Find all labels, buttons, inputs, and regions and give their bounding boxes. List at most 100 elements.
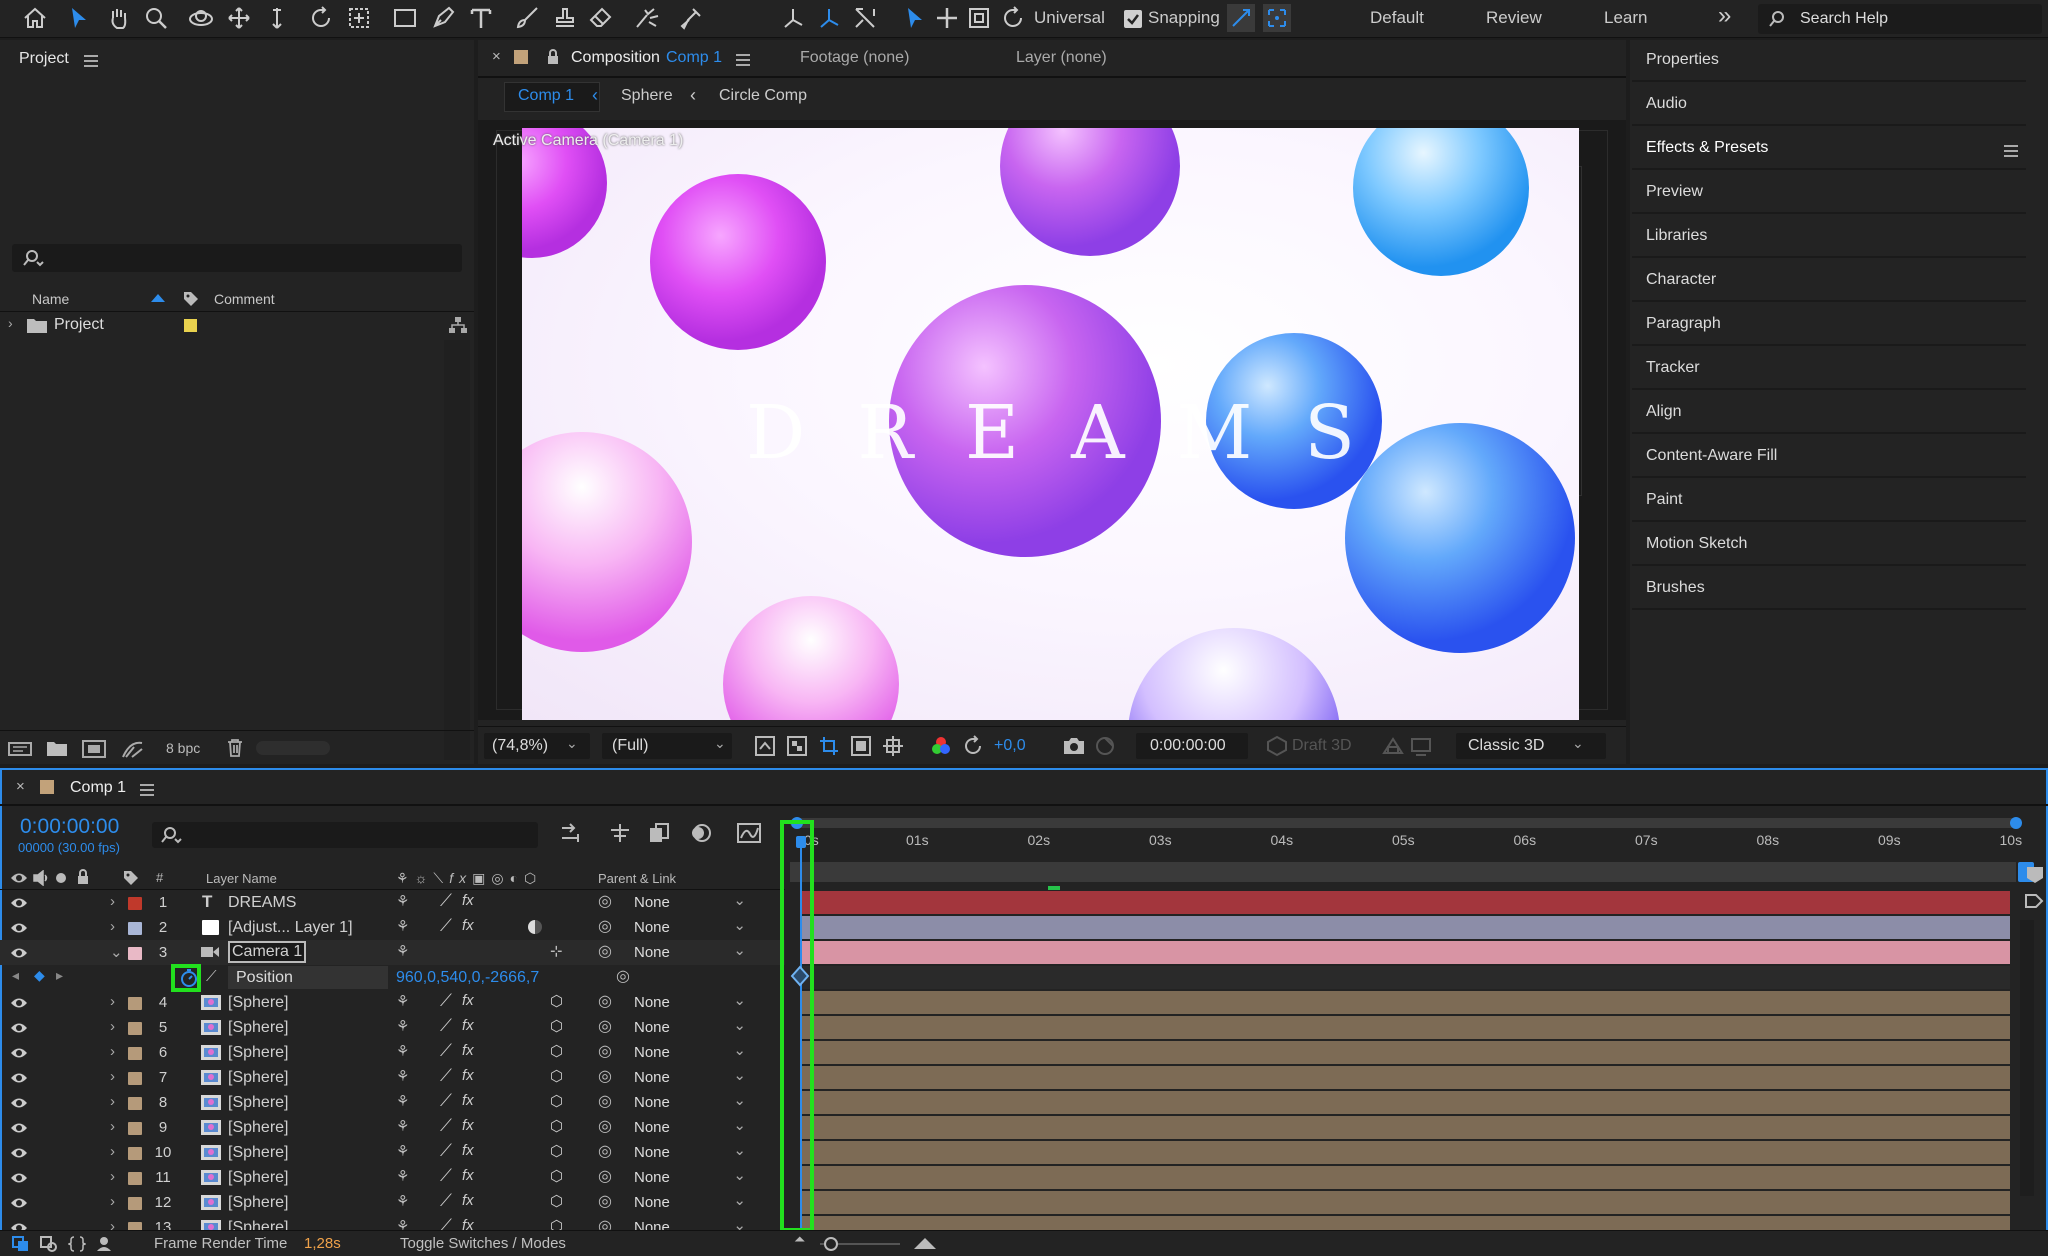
shy-switch-icon[interactable]: ⚘ xyxy=(396,892,409,910)
pick-whip-icon[interactable]: ◎ xyxy=(616,966,630,986)
layer-row[interactable]: › 6 [Sphere] ⚘ ⟋ fx ⬡ ◎ None ⌄ xyxy=(0,1040,785,1065)
layer-label-swatch[interactable] xyxy=(128,1047,142,1060)
shy-switch-icon[interactable]: ⚘ xyxy=(396,1117,409,1135)
frame-blending-icon[interactable] xyxy=(648,822,672,844)
visibility-eye-icon[interactable] xyxy=(10,1196,28,1210)
layer-row[interactable]: › 2 [Adjust... Layer 1] ⚘ ⟋ fx ◎ None ⌄ xyxy=(0,915,785,940)
3d-layer-switch-icon[interactable]: ⬡ xyxy=(550,1117,563,1135)
eraser-tool-icon[interactable] xyxy=(586,3,616,33)
paint-panel-header[interactable]: Paint xyxy=(1632,480,2026,522)
3d-layer-switch-icon[interactable]: ⬡ xyxy=(550,1042,563,1060)
timeline-zoom-slider-handle[interactable] xyxy=(824,1237,838,1251)
expand-chevron-icon[interactable]: › xyxy=(110,1118,115,1135)
effect-switch-icon[interactable]: fx xyxy=(462,1117,474,1134)
parent-dropdown[interactable]: None ⌄ xyxy=(626,892,754,913)
expand-chevron-icon[interactable]: › xyxy=(110,893,115,910)
parent-dropdown[interactable]: None ⌄ xyxy=(626,1067,754,1088)
libraries-panel-header[interactable]: Libraries xyxy=(1632,216,2026,258)
parent-dropdown[interactable]: None ⌄ xyxy=(626,1117,754,1138)
zoom-out-icon[interactable]: ⏶ xyxy=(794,1231,805,1248)
effect-icon[interactable]: fx xyxy=(449,870,472,886)
scale-icon[interactable] xyxy=(964,3,994,33)
expand-chevron-icon[interactable]: › xyxy=(110,1068,115,1085)
visibility-eye-icon[interactable] xyxy=(10,896,28,910)
pick-whip-icon[interactable]: ◎ xyxy=(598,1016,612,1036)
new-folder-icon[interactable] xyxy=(46,739,68,757)
expand-modes-icon[interactable] xyxy=(40,1236,58,1252)
parent-dropdown[interactable]: None ⌄ xyxy=(626,1017,754,1038)
universal-select-icon[interactable] xyxy=(900,3,930,33)
rotate-icon[interactable] xyxy=(998,3,1028,33)
layer-duration-bar[interactable] xyxy=(800,891,2010,914)
home-icon[interactable] xyxy=(20,3,50,33)
layer-name-column-header[interactable]: Layer Name xyxy=(206,871,277,886)
visibility-eye-icon[interactable] xyxy=(10,1171,28,1185)
preview-panel-header[interactable]: Preview xyxy=(1632,172,2026,214)
expand-chevron-icon[interactable]: › xyxy=(110,918,115,935)
visibility-eye-icon[interactable] xyxy=(10,946,28,960)
quality-switch-icon[interactable]: ⟋ xyxy=(440,991,452,1011)
composition-tab-label[interactable]: Composition xyxy=(571,49,660,67)
layer-duration-bar[interactable] xyxy=(800,1116,2010,1139)
layer-row[interactable]: › 9 [Sphere] ⚘ ⟋ fx ⬡ ◎ None ⌄ xyxy=(0,1115,785,1140)
timeline-search-input[interactable] xyxy=(152,822,538,848)
close-tab-icon[interactable]: × xyxy=(492,48,501,65)
effect-switch-icon[interactable]: fx xyxy=(462,1042,474,1059)
expand-chevron-icon[interactable]: › xyxy=(110,1093,115,1110)
layer-row[interactable]: › 10 [Sphere] ⚘ ⟋ fx ⬡ ◎ None ⌄ xyxy=(0,1140,785,1165)
project-settings-icon[interactable] xyxy=(120,739,146,759)
layer-duration-bar[interactable] xyxy=(800,1091,2010,1114)
pan-camera-icon[interactable] xyxy=(224,3,254,33)
graph-editor-icon[interactable] xyxy=(736,822,762,844)
hand-tool-icon[interactable] xyxy=(104,3,134,33)
shy-switch-icon[interactable]: ⚘ xyxy=(396,1042,409,1060)
timeline-scrollbar[interactable] xyxy=(2020,920,2034,1196)
panel-menu-icon[interactable] xyxy=(140,781,154,799)
layer-label-swatch[interactable] xyxy=(128,1147,142,1160)
quality-switch-icon[interactable]: ⟋ xyxy=(440,1016,452,1036)
motion-sketch-panel-header[interactable]: Motion Sketch xyxy=(1632,524,2026,566)
visibility-eye-icon[interactable] xyxy=(10,1146,28,1160)
more-workspaces-button[interactable]: » xyxy=(1718,2,1731,30)
shy-switch-icon[interactable]: ⚘ xyxy=(396,1192,409,1210)
effect-switch-icon[interactable]: fx xyxy=(462,892,474,909)
project-scrollbar[interactable] xyxy=(444,340,470,760)
comment-column-header[interactable]: Comment xyxy=(214,291,275,307)
type-tool-icon[interactable] xyxy=(466,3,496,33)
layer-duration-bar[interactable] xyxy=(800,1191,2010,1214)
3d-layer-switch-icon[interactable]: ⬡ xyxy=(550,1092,563,1110)
expand-chevron-icon[interactable]: › xyxy=(110,1168,115,1185)
3d-layer-switch-icon[interactable]: ⬡ xyxy=(550,1067,563,1085)
shy-switch-icon[interactable]: ⚘ xyxy=(396,917,409,935)
graph-toggle-icon[interactable]: ⟋ xyxy=(206,968,217,985)
rectangle-tool-icon[interactable] xyxy=(390,3,420,33)
layer-name[interactable]: [Sphere] xyxy=(228,1069,288,1087)
layer-name[interactable]: [Sphere] xyxy=(228,994,288,1012)
effect-switch-icon[interactable]: fx xyxy=(462,1017,474,1034)
solo-toggle-icon[interactable] xyxy=(56,873,66,883)
layer-row[interactable]: › 8 [Sphere] ⚘ ⟋ fx ⬡ ◎ None ⌄ xyxy=(0,1090,785,1115)
layer-name[interactable]: [Sphere] xyxy=(228,1144,288,1162)
ground-plane-icon[interactable] xyxy=(1410,735,1432,757)
name-column-header[interactable]: Name xyxy=(32,291,69,307)
label-color-swatch[interactable] xyxy=(184,319,197,332)
position-property-value[interactable]: 960,0,540,0,-2666,7 xyxy=(396,969,539,987)
mask-visibility-icon[interactable] xyxy=(850,735,872,757)
adjustment-icon[interactable]: ◐ xyxy=(510,870,524,886)
effect-switch-icon[interactable]: fx xyxy=(462,1167,474,1184)
local-axis-icon[interactable] xyxy=(778,3,808,33)
anchor-point-tool-icon[interactable] xyxy=(344,3,374,33)
work-area-bar[interactable] xyxy=(790,818,2016,828)
show-snapshot-icon[interactable] xyxy=(1094,735,1116,757)
tracker-panel-header[interactable]: Tracker xyxy=(1632,348,2026,390)
motion-blur-icon[interactable]: ◎ xyxy=(491,870,509,886)
comp-canvas[interactable]: DREAMS xyxy=(522,128,1579,720)
pick-whip-icon[interactable]: ◎ xyxy=(598,1066,612,1086)
snap-features-icon[interactable] xyxy=(1262,3,1292,33)
layer-tab[interactable]: Layer (none) xyxy=(1016,49,1107,67)
view-axis-icon[interactable] xyxy=(850,3,880,33)
parent-dropdown[interactable]: None ⌄ xyxy=(626,942,754,963)
layer-label-swatch[interactable] xyxy=(128,1172,142,1185)
layer-label-swatch[interactable] xyxy=(128,1197,142,1210)
position-property-row[interactable]: ◂ ◆ ▸ ⟋ Position 960,0,540,0,-2666,7 ◎ xyxy=(0,965,785,990)
